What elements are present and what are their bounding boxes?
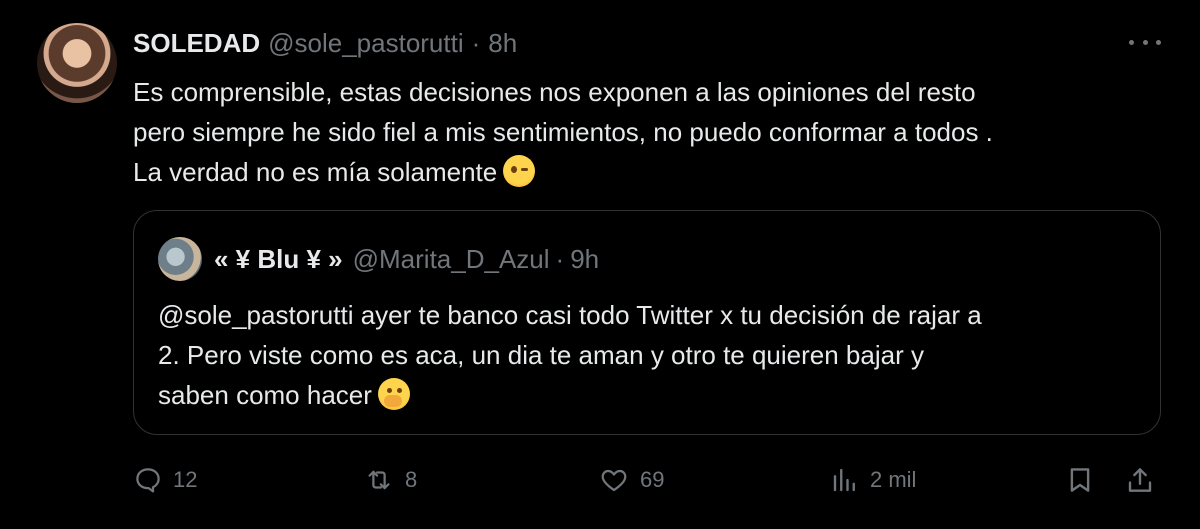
bookmark-icon <box>1070 468 1090 492</box>
quoted-tweet[interactable]: « ¥ Blu ¥ » @Marita_D_Azul · 9h @sole_pa… <box>133 210 1161 435</box>
quoted-text-line: saben como hacer <box>158 375 1138 415</box>
tweet-time[interactable]: 8h <box>488 28 517 59</box>
quoted-text-line: 2. Pero viste como es aca, un dia te ama… <box>158 340 924 370</box>
author-name[interactable]: SOLEDAD <box>133 28 260 59</box>
tweet-header: SOLEDAD @sole_pastorutti · 8h <box>133 26 517 60</box>
more-icon[interactable] <box>1129 32 1161 52</box>
like-button[interactable]: 69 <box>598 457 664 503</box>
quoted-tweet-header: « ¥ Blu ¥ » @Marita_D_Azul · 9h <box>214 242 599 276</box>
author-handle[interactable]: @sole_pastorutti <box>268 28 464 59</box>
like-count: 69 <box>640 467 665 492</box>
retweet-button[interactable]: 8 <box>363 457 417 503</box>
views-count: 2 mil <box>870 467 917 492</box>
reply-icon <box>136 468 160 493</box>
author-avatar[interactable] <box>37 23 117 103</box>
like-icon <box>601 469 627 492</box>
separator-dot: · <box>471 27 481 58</box>
tweet-text-line: La verdad no es mía solamente <box>133 152 1143 192</box>
reply-button[interactable]: 12 <box>133 457 197 503</box>
quoted-text-line: @sole_pastorutti ayer te banco casi todo… <box>158 300 982 330</box>
action-bar: 12 8 69 2 mil <box>133 457 1161 503</box>
tweet[interactable]: SOLEDAD @sole_pastorutti · 8h Es compren… <box>0 0 1200 529</box>
tweet-text-line: pero siempre he sido fiel a mis sentimie… <box>133 117 993 147</box>
hand-over-mouth-emoji <box>377 378 410 410</box>
tweet-text-line-content: La verdad no es mía solamente <box>133 157 498 187</box>
views-button[interactable]: 2 mil <box>830 457 916 503</box>
views-icon <box>833 468 855 492</box>
quoted-tweet-text: @sole_pastorutti ayer te banco casi todo… <box>158 295 1138 415</box>
quoted-text-line-content: saben como hacer <box>158 380 372 410</box>
quoted-author-handle[interactable]: @Marita_D_Azul <box>353 244 550 275</box>
tweet-text-line: Es comprensible, estas decisiones nos ex… <box>133 77 976 107</box>
quoted-author-name[interactable]: « ¥ Blu ¥ » <box>214 244 343 275</box>
separator-dot: · <box>555 243 565 274</box>
retweet-icon <box>368 470 390 490</box>
quoted-tweet-time[interactable]: 9h <box>570 244 599 275</box>
share-icon <box>1128 468 1152 492</box>
quoted-author-avatar[interactable] <box>158 237 202 281</box>
winking-face-emoji <box>503 155 536 187</box>
reply-count: 12 <box>173 467 198 492</box>
share-button[interactable] <box>1125 457 1155 503</box>
tweet-text: Es comprensible, estas decisiones nos ex… <box>133 72 1143 192</box>
bookmark-button[interactable] <box>1065 457 1095 503</box>
retweet-count: 8 <box>405 467 418 492</box>
